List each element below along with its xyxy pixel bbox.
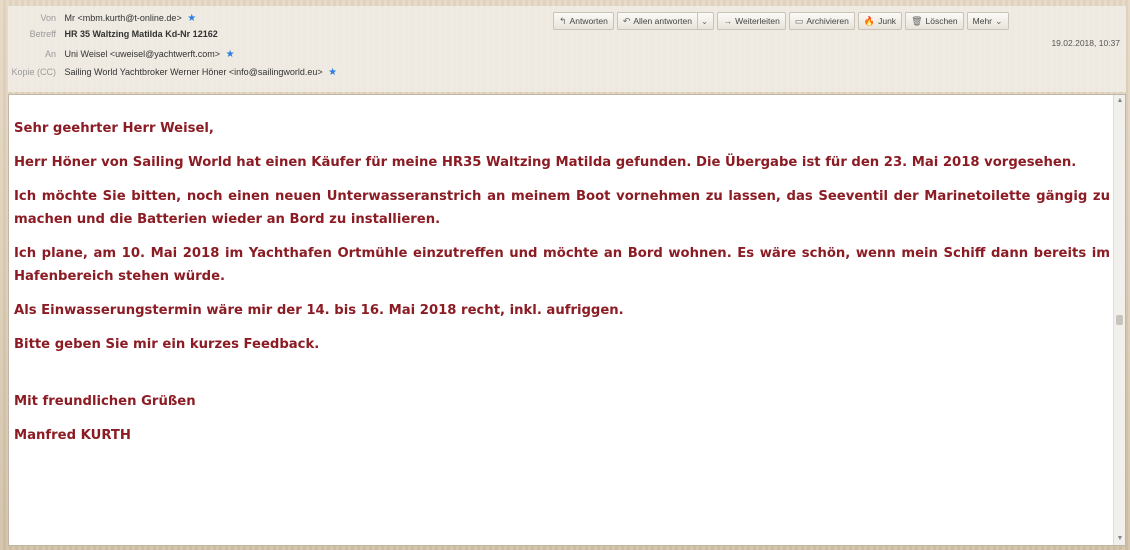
chevron-down-icon: ⌄ [995, 16, 1003, 26]
more-button[interactable]: Mehr ⌄ [966, 12, 1009, 30]
archive-label: Archivieren [806, 16, 849, 26]
delete-label: Löschen [925, 16, 958, 26]
message-toolbar: ↰ Antworten ↶ Allen antworten ⌄ → Weiter… [553, 12, 1009, 30]
star-icon[interactable]: ★ [187, 13, 196, 24]
from-row: Von Mr <mbm.kurth@t-online.de> ★ [8, 10, 196, 26]
to-value[interactable]: Uni Weisel <uweisel@yachtwerft.com> [65, 46, 221, 62]
closing: Mit freundlichen Grüßen [14, 394, 196, 409]
scroll-down-icon[interactable]: ▼ [1114, 533, 1126, 545]
message-text: Sehr geehrter Herr Weisel, Herr Höner vo… [14, 117, 1110, 458]
reply-all-icon: ↶ [622, 16, 631, 26]
reply-label: Antworten [569, 16, 608, 26]
message-header: Von Mr <mbm.kurth@t-online.de> ★ Betreff… [8, 6, 1126, 92]
greeting: Sehr geehrter Herr Weisel, [14, 121, 214, 136]
to-label: An [44, 49, 56, 59]
from-value[interactable]: Mr <mbm.kurth@t-online.de> [65, 10, 182, 26]
paragraph-5: Bitte geben Sie mir ein kurzes Feedback. [14, 337, 320, 352]
vertical-scrollbar[interactable]: ▲ ▼ [1113, 95, 1125, 545]
cc-row: Kopie (CC) Sailing World Yachtbroker Wer… [8, 64, 337, 80]
to-row: An Uni Weisel <uweisel@yachtwerft.com> ★ [8, 46, 235, 62]
junk-label: Junk [878, 16, 897, 26]
more-label: Mehr [972, 16, 993, 26]
forward-icon: → [723, 16, 733, 26]
chevron-down-icon[interactable]: ⌄ [696, 13, 708, 29]
forward-label: Weiterleiten [735, 16, 780, 26]
archive-icon: ▭ [794, 16, 804, 26]
message-date: 19.02.2018, 10:37 [1051, 38, 1120, 48]
reply-button[interactable]: ↰ Antworten [553, 12, 614, 30]
subject-label: Betreff [29, 29, 56, 39]
subject-row: Betreff HR 35 Waltzing Matilda Kd-Nr 121… [8, 26, 218, 42]
star-icon[interactable]: ★ [226, 49, 235, 60]
from-label: Von [40, 13, 56, 23]
signature: Manfred KURTH [14, 428, 131, 443]
subject-value: HR 35 Waltzing Matilda Kd-Nr 12162 [64, 29, 218, 39]
junk-button[interactable]: 🔥 Junk [857, 12, 903, 30]
paragraph-2: Ich möchte Sie bitten, noch einen neuen … [14, 189, 1110, 227]
paragraph-4: Als Einwasserungstermin wäre mir der 14.… [14, 303, 624, 318]
forward-button[interactable]: → Weiterleiten [717, 12, 786, 30]
star-icon[interactable]: ★ [328, 67, 337, 78]
cc-label: Kopie (CC) [11, 67, 56, 77]
paragraph-1: Herr Höner von Sailing World hat einen K… [14, 155, 1077, 170]
paragraph-3: Ich plane, am 10. Mai 2018 im Yachthafen… [14, 246, 1110, 284]
scroll-up-icon[interactable]: ▲ [1114, 95, 1126, 107]
reply-all-button[interactable]: ↶ Allen antworten ⌄ [616, 12, 715, 30]
message-body[interactable]: Sehr geehrter Herr Weisel, Herr Höner vo… [8, 94, 1126, 546]
trash-icon: 🗑 [911, 16, 923, 26]
delete-button[interactable]: 🗑 Löschen [905, 12, 964, 30]
junk-icon: 🔥 [863, 16, 876, 26]
archive-button[interactable]: ▭ Archivieren [788, 12, 855, 30]
scroll-thumb[interactable] [1116, 315, 1123, 325]
reply-all-label: Allen antworten [633, 16, 692, 26]
cc-value[interactable]: Sailing World Yachtbroker Werner Höner <… [65, 64, 323, 80]
reply-icon: ↰ [559, 16, 567, 26]
